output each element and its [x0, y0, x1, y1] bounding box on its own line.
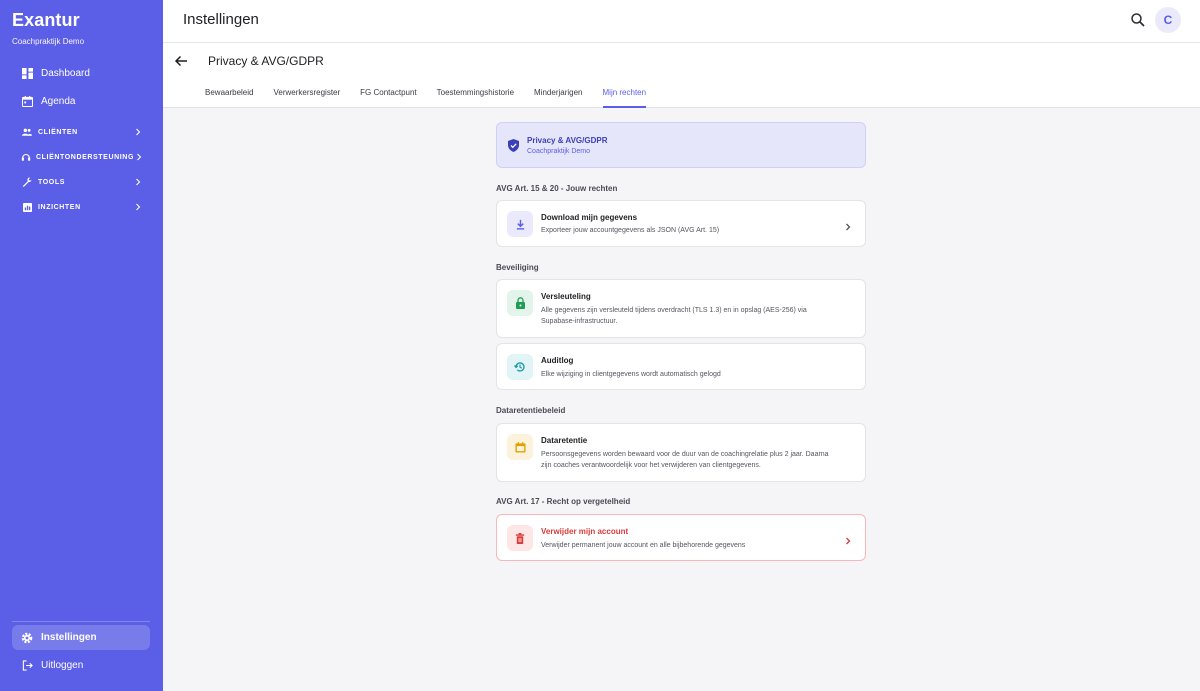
back-arrow-icon[interactable]: [173, 53, 189, 69]
tab-toestemmingshistorie[interactable]: Toestemmingshistorie: [437, 83, 514, 108]
sidebar-item-dashboard[interactable]: Dashboard: [12, 61, 150, 85]
card-description: Persoonsgegevens worden bewaard voor de …: [541, 451, 829, 469]
support-icon: [21, 151, 31, 163]
tab-mijn-rechten[interactable]: Mijn rechten: [602, 83, 646, 108]
sidebar-group-inzichten[interactable]: INZICHTEN: [12, 198, 150, 216]
people-icon: [21, 126, 33, 138]
chart-icon: [21, 201, 33, 213]
brand-subtitle: Coachpraktijk Demo: [12, 37, 85, 46]
sidebar-item-uitloggen[interactable]: Uitloggen: [12, 653, 150, 677]
tab-minderjarigen[interactable]: Minderjarigen: [534, 83, 582, 108]
sidebar-item-instellingen[interactable]: Instellingen: [12, 625, 150, 650]
card-description: Verwijder permanent jouw account en alle…: [541, 542, 746, 549]
sidebar-group-label: CLIËNTONDERSTEUNING: [36, 153, 134, 161]
sidebar: Exantur Coachpraktijk Demo Dashboard Age…: [0, 0, 163, 691]
chevron-right-icon: [843, 533, 853, 545]
calendar-icon: [507, 434, 533, 460]
section-label-forget: AVG Art. 17 - Recht op vergetelheid: [496, 497, 631, 506]
settings-subheader: Privacy & AVG/GDPR Bewaarbeleid Verwerke…: [163, 43, 1200, 108]
sidebar-item-label: Agenda: [41, 95, 76, 107]
calendar-icon: [20, 94, 34, 108]
card-description: Exporteer jouw accountgegevens als JSON …: [541, 227, 720, 234]
section-label-security: Beveiliging: [496, 263, 539, 272]
brand-title: Exantur: [12, 10, 80, 30]
card-title: Download mijn gegevens: [541, 213, 638, 222]
sidebar-group-clienten[interactable]: CLIËNTEN: [12, 123, 150, 141]
wrench-icon: [21, 176, 33, 188]
delete-account-card[interactable]: Verwijder mijn account Verwijder permane…: [496, 514, 866, 561]
card-description: Elke wijziging in clientgegevens wordt a…: [541, 371, 721, 378]
sidebar-item-label: Instellingen: [41, 632, 97, 643]
chevron-right-icon: [134, 153, 144, 161]
card-title: Versleuteling: [541, 292, 591, 301]
card-title: Dataretentie: [541, 436, 588, 445]
sidebar-divider: [12, 621, 150, 622]
sidebar-item-agenda[interactable]: Agenda: [12, 89, 150, 113]
chevron-right-icon: [132, 203, 144, 211]
tab-fg-contactpunt[interactable]: FG Contactpunt: [360, 83, 416, 108]
section-label-rights: AVG Art. 15 & 20 - Jouw rechten: [496, 184, 618, 193]
history-icon: [507, 354, 533, 380]
encryption-card: Versleuteling Alle gegevens zijn versleu…: [496, 279, 866, 338]
chevron-right-icon: [843, 219, 853, 231]
topbar: Instellingen C: [163, 0, 1200, 43]
chevron-right-icon: [132, 178, 144, 186]
page-title: Instellingen: [183, 11, 259, 28]
download-icon: [507, 211, 533, 237]
dashboard-icon: [20, 66, 34, 80]
card-title: Verwijder mijn account: [541, 527, 629, 536]
logout-icon: [20, 658, 34, 672]
tab-verwerkersregister[interactable]: Verwerkersregister: [273, 83, 340, 108]
download-data-card[interactable]: Download mijn gegevens Exporteer jouw ac…: [496, 200, 866, 247]
brand: Exantur Coachpraktijk Demo: [12, 10, 84, 46]
sidebar-group-tools[interactable]: TOOLS: [12, 173, 150, 191]
sidebar-group-label: INZICHTEN: [38, 203, 81, 211]
card-title: Auditlog: [541, 356, 574, 365]
search-icon[interactable]: [1129, 11, 1147, 29]
auditlog-card: Auditlog Elke wijziging in clientgegeven…: [496, 343, 866, 390]
settings-tabs: Bewaarbeleid Verwerkersregister FG Conta…: [205, 83, 666, 108]
section-label-retention: Dataretentiebeleid: [496, 406, 566, 415]
sidebar-group-clientondersteuning[interactable]: CLIËNTONDERSTEUNING: [12, 148, 150, 166]
dataretention-card: Dataretentie Persoonsgegevens worden bew…: [496, 423, 866, 482]
banner-subtitle: Coachpraktijk Demo: [527, 148, 591, 155]
avatar[interactable]: C: [1155, 7, 1181, 33]
lock-icon: [507, 290, 533, 316]
card-description: Alle gegevens zijn versleuteld tijdens o…: [541, 307, 807, 325]
sidebar-group-label: CLIËNTEN: [38, 128, 78, 136]
banner-title: Privacy & AVG/GDPR: [527, 136, 608, 145]
sidebar-item-label: Uitloggen: [41, 659, 84, 671]
tab-bewaarbeleid[interactable]: Bewaarbeleid: [205, 83, 253, 108]
privacy-banner: Privacy & AVG/GDPR Coachpraktijk Demo: [496, 122, 866, 168]
gear-icon: [20, 631, 34, 645]
section-title: Privacy & AVG/GDPR: [208, 54, 324, 68]
shield-check-icon: [507, 139, 520, 152]
sidebar-group-label: TOOLS: [38, 178, 65, 186]
chevron-right-icon: [132, 128, 144, 136]
sidebar-item-label: Dashboard: [41, 67, 90, 79]
trash-icon: [507, 525, 533, 551]
